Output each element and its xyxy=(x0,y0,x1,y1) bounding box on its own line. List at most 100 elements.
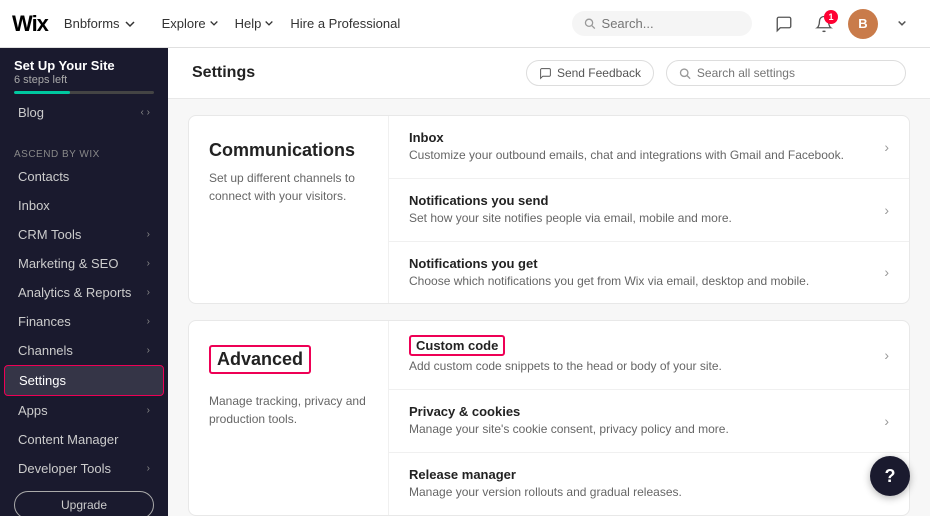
chevron-icon: › xyxy=(147,463,150,474)
user-avatar[interactable]: B xyxy=(848,9,878,39)
setting-row-notifications-get[interactable]: Notifications you get Choose which notif… xyxy=(389,242,909,304)
chat-icon-btn[interactable] xyxy=(768,8,800,40)
section-title-advanced: Advanced xyxy=(209,345,311,374)
sidebar-item-label: Analytics & Reports xyxy=(18,285,131,300)
sidebar-item-analytics[interactable]: Analytics & Reports › xyxy=(4,278,164,307)
sidebar-item-inbox[interactable]: Inbox xyxy=(4,191,164,220)
site-selector[interactable]: Bnbforms xyxy=(64,16,136,31)
sidebar-section-label: Ascend by Wix xyxy=(0,139,168,162)
content-header: Settings Send Feedback xyxy=(168,48,930,99)
chevron-icon: › xyxy=(147,287,150,298)
main-layout: Set Up Your Site 6 steps left Blog ‹ › A… xyxy=(0,48,930,516)
setting-row-custom-code[interactable]: Custom code Add custom code snippets to … xyxy=(389,321,909,390)
chevron-down-icon xyxy=(209,19,219,29)
sidebar-item-label: Contacts xyxy=(18,169,69,184)
sidebar-item-marketing[interactable]: Marketing & SEO › xyxy=(4,249,164,278)
setting-row-title: Notifications you send xyxy=(409,193,732,208)
sidebar-setup: Set Up Your Site 6 steps left xyxy=(0,48,168,98)
chevron-icon: › xyxy=(147,229,150,240)
setup-title: Set Up Your Site xyxy=(14,58,154,73)
sidebar: Set Up Your Site 6 steps left Blog ‹ › A… xyxy=(0,48,168,516)
section-desc-advanced: Manage tracking, privacy and production … xyxy=(209,392,368,428)
bell-icon-btn[interactable]: 1 xyxy=(808,8,840,40)
sidebar-item-label: Apps xyxy=(18,403,48,418)
communications-section: Communications Set up different channels… xyxy=(188,115,910,304)
setup-steps: 6 steps left xyxy=(14,74,154,86)
setting-row-title: Notifications you get xyxy=(409,256,809,271)
sidebar-item-label: Inbox xyxy=(18,198,50,213)
notification-badge: 1 xyxy=(824,10,838,24)
settings-search-bar[interactable] xyxy=(666,60,906,86)
sidebar-item-label: Content Manager xyxy=(18,432,118,447)
setting-row-notifications-send[interactable]: Notifications you send Set how your site… xyxy=(389,179,909,242)
sidebar-item-blog[interactable]: Blog ‹ › xyxy=(4,98,164,127)
setting-row-desc: Add custom code snippets to the head or … xyxy=(409,358,722,375)
sidebar-item-label: Finances xyxy=(18,314,71,329)
sidebar-item-finances[interactable]: Finances › xyxy=(4,307,164,336)
sidebar-item-label: Channels xyxy=(18,343,73,358)
chevron-down-icon xyxy=(264,19,274,29)
setting-row-desc: Manage your site's cookie consent, priva… xyxy=(409,421,729,438)
advanced-section: Advanced Manage tracking, privacy and pr… xyxy=(188,320,910,515)
chevron-right-icon: › xyxy=(884,202,889,218)
topnav-hire[interactable]: Hire a Professional xyxy=(284,12,406,35)
setting-row-release[interactable]: Release manager Manage your version roll… xyxy=(389,453,909,515)
topnav: Wix Bnbforms Explore Help Hire a Profess… xyxy=(0,0,930,48)
chevron-icon: › xyxy=(147,345,150,356)
help-button[interactable]: ? xyxy=(870,456,910,496)
setting-row-title: Inbox xyxy=(409,130,844,145)
topnav-help[interactable]: Help xyxy=(229,12,281,35)
setting-row-title: Release manager xyxy=(409,467,682,482)
setting-row-inbox[interactable]: Inbox Customize your outbound emails, ch… xyxy=(389,116,909,179)
sidebar-item-developer-tools[interactable]: Developer Tools › xyxy=(4,454,164,483)
site-name: Bnbforms xyxy=(64,16,120,31)
sidebar-item-content-manager[interactable]: Content Manager xyxy=(4,425,164,454)
chevron-right-icon: › xyxy=(884,413,889,429)
sidebar-item-label: Developer Tools xyxy=(18,461,111,476)
topnav-nav: Explore Help Hire a Professional xyxy=(156,12,407,35)
sidebar-item-contacts[interactable]: Contacts xyxy=(4,162,164,191)
chevron-down-icon xyxy=(124,18,136,30)
feedback-icon xyxy=(539,67,552,80)
section-right-communications: Inbox Customize your outbound emails, ch… xyxy=(389,116,909,303)
send-feedback-button[interactable]: Send Feedback xyxy=(526,60,654,86)
settings-search-input[interactable] xyxy=(697,66,893,80)
search-icon xyxy=(584,17,596,30)
sidebar-item-crm[interactable]: CRM Tools › xyxy=(4,220,164,249)
chevron-right-icon: › xyxy=(884,347,889,363)
topnav-explore[interactable]: Explore xyxy=(156,12,225,35)
setting-row-desc: Set how your site notifies people via em… xyxy=(409,210,732,227)
content-body: Communications Set up different channels… xyxy=(168,99,930,516)
setting-row-desc: Customize your outbound emails, chat and… xyxy=(409,147,844,164)
section-left-advanced: Advanced Manage tracking, privacy and pr… xyxy=(189,321,389,514)
chevron-right-icon: › xyxy=(884,264,889,280)
upgrade-button[interactable]: Upgrade xyxy=(14,491,154,516)
setting-row-desc: Manage your version rollouts and gradual… xyxy=(409,484,682,501)
sidebar-item-apps[interactable]: Apps › xyxy=(4,396,164,425)
page-title: Settings xyxy=(192,64,255,82)
search-icon xyxy=(679,67,691,80)
sidebar-item-label: CRM Tools xyxy=(18,227,81,242)
section-title: Communications xyxy=(209,140,368,161)
content-area: Settings Send Feedback Communications Se… xyxy=(168,48,930,516)
sidebar-item-label: Settings xyxy=(19,373,66,388)
send-feedback-label: Send Feedback xyxy=(557,66,641,80)
section-left-communications: Communications Set up different channels… xyxy=(189,116,389,303)
avatar-chevron[interactable] xyxy=(886,8,918,40)
setting-row-title-custom-code: Custom code xyxy=(409,335,505,356)
setting-row-desc: Choose which notifications you get from … xyxy=(409,273,809,290)
topnav-search-bar[interactable] xyxy=(572,11,752,36)
setting-row-title: Privacy & cookies xyxy=(409,404,729,419)
topnav-search-input[interactable] xyxy=(602,16,740,31)
progress-bar xyxy=(14,91,154,94)
sidebar-item-channels[interactable]: Channels › xyxy=(4,336,164,365)
setting-row-privacy[interactable]: Privacy & cookies Manage your site's coo… xyxy=(389,390,909,453)
topnav-icons: 1 B xyxy=(768,8,918,40)
chevron-icon: › xyxy=(147,258,150,269)
wix-logo: Wix xyxy=(12,11,48,37)
sidebar-item-label: Blog xyxy=(18,105,44,120)
sidebar-item-label: Marketing & SEO xyxy=(18,256,118,271)
sidebar-item-settings[interactable]: Settings xyxy=(4,365,164,396)
progress-fill xyxy=(14,91,70,94)
chevron-icon: › xyxy=(147,405,150,416)
